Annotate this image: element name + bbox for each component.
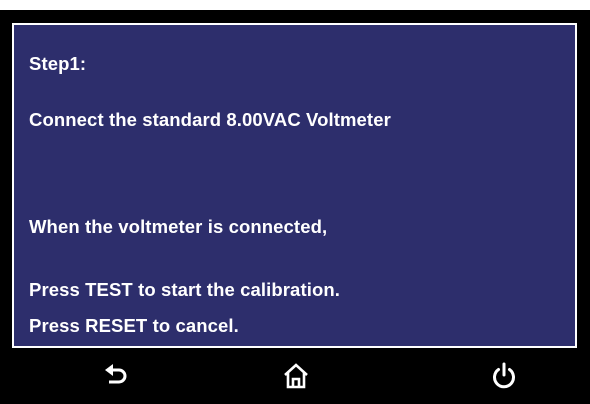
device-screen: Step1: Connect the standard 8.00VAC Volt… xyxy=(0,10,590,404)
test-prompt-text: Press TEST to start the calibration. xyxy=(29,279,340,300)
bottom-nav-bar xyxy=(0,348,590,404)
back-button[interactable] xyxy=(96,356,136,396)
reset-prompt-text: Press RESET to cancel. xyxy=(29,315,239,336)
connect-instruction: Connect the standard 8.00VAC Voltmeter xyxy=(29,109,391,130)
power-icon xyxy=(493,362,515,389)
calibration-message-panel: Step1: Connect the standard 8.00VAC Volt… xyxy=(12,23,577,348)
step-label: Step1: xyxy=(29,53,87,74)
back-arrow-icon xyxy=(105,364,127,384)
power-button[interactable] xyxy=(484,356,524,396)
connected-condition-text: When the voltmeter is connected, xyxy=(29,216,328,237)
home-button[interactable] xyxy=(276,356,316,396)
home-icon xyxy=(284,363,308,389)
